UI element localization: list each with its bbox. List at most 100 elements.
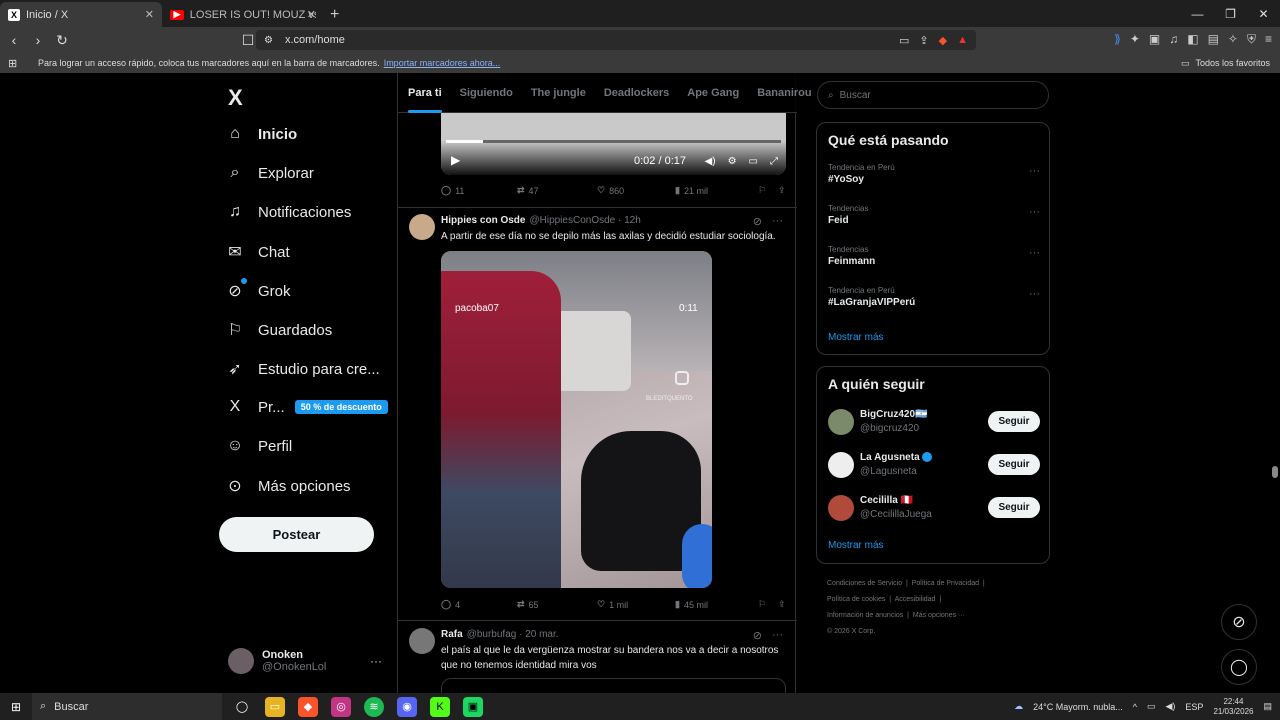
tab-bananirou[interactable]: Bananirou: [757, 73, 811, 113]
show-more-follow-link[interactable]: Mostrar más: [828, 540, 884, 551]
footer-link[interactable]: Política de cookies: [827, 596, 885, 603]
brave-rewards-icon[interactable]: ▲: [957, 34, 968, 47]
close-window-icon[interactable]: ✕: [1247, 0, 1280, 27]
tab-inicio-x[interactable]: X Inicio / X ✕: [0, 2, 162, 27]
url-bar[interactable]: ⚙ x.com/home ▭ ⇪ ◆ ▲: [256, 30, 976, 50]
task-view-icon[interactable]: ◯: [232, 697, 252, 717]
new-tab-button[interactable]: +: [330, 2, 339, 27]
cast-icon[interactable]: ▭: [899, 34, 909, 47]
language-indicator[interactable]: ESP: [1185, 702, 1203, 712]
settings-icon[interactable]: ⚙: [728, 156, 737, 167]
sidebar-icon[interactable]: ◧: [1187, 32, 1198, 47]
nav-explore[interactable]: ⌕ Explorar: [226, 164, 314, 182]
forward-icon[interactable]: ›: [28, 32, 48, 48]
back-icon[interactable]: ‹: [4, 32, 24, 48]
volume-icon[interactable]: ◀): [1166, 701, 1176, 712]
grok-explain-icon[interactable]: ⊘: [753, 215, 762, 228]
taskbar-search[interactable]: ⌕ Buscar: [32, 693, 222, 720]
grok-fab-icon[interactable]: ⊘: [1221, 604, 1257, 640]
nav-creator-studio[interactable]: ➶ Estudio para cre...: [226, 359, 379, 379]
views-button[interactable]: ▮ 45 mil: [675, 599, 758, 610]
nav-chat[interactable]: ✉ Chat: [226, 242, 289, 262]
trend-item[interactable]: Tendencias Feinmann ···: [828, 245, 1040, 267]
avatar[interactable]: [409, 214, 435, 240]
play-icon[interactable]: ▶: [451, 153, 460, 167]
close-tab-icon[interactable]: ✕: [307, 8, 316, 21]
tab-the-jungle[interactable]: The jungle: [531, 73, 586, 113]
like-button[interactable]: ♡ 860: [597, 185, 675, 196]
minimize-icon[interactable]: —: [1181, 0, 1214, 27]
follow-suggestion[interactable]: La Agusneta @Lagusneta Seguir: [828, 450, 1040, 480]
kick-icon[interactable]: K: [430, 696, 450, 717]
app-icon[interactable]: ▣: [463, 696, 483, 717]
restore-icon[interactable]: ❐: [1214, 0, 1247, 27]
follow-button[interactable]: Seguir: [988, 411, 1040, 432]
weather-icon[interactable]: ☁: [1014, 701, 1023, 712]
network-icon[interactable]: ▭: [1147, 701, 1156, 712]
trend-item[interactable]: Tendencias Feid ···: [828, 204, 1040, 226]
nav-more[interactable]: ⊙ Más opciones: [226, 476, 350, 496]
account-more-icon[interactable]: ···: [370, 654, 382, 668]
footer-link[interactable]: Política de Privacidad: [912, 580, 979, 587]
bookmark-post-icon[interactable]: ⚐: [758, 185, 778, 196]
share-post-icon[interactable]: ⇪: [778, 599, 786, 610]
post-more-icon[interactable]: ···: [772, 629, 783, 642]
music-icon[interactable]: ♫: [1169, 32, 1178, 47]
discord-icon[interactable]: ◉: [397, 696, 417, 717]
follow-suggestion[interactable]: Cecililla 🇵🇪 @CecilillaJuega Seguir: [828, 493, 1040, 523]
tab-deadlockers[interactable]: Deadlockers: [604, 73, 669, 113]
video-progress[interactable]: [446, 140, 781, 143]
tray-expand-icon[interactable]: ^: [1133, 702, 1137, 712]
follow-button[interactable]: Seguir: [988, 497, 1040, 518]
tab-ape-gang[interactable]: Ape Gang: [687, 73, 739, 113]
vpn-icon[interactable]: ⛨: [1247, 32, 1256, 47]
scrollbar-thumb[interactable]: [1272, 466, 1278, 478]
scrollbar[interactable]: [1270, 73, 1280, 693]
author-handle[interactable]: @HippiesConOsde · 12h: [529, 215, 640, 226]
reply-button[interactable]: ◯ 4: [441, 599, 517, 610]
chat-fab-icon[interactable]: ◯: [1221, 649, 1257, 685]
follow-suggestion[interactable]: BigCruz420🇦🇷 @bigcruz420 Seguir: [828, 407, 1040, 437]
brave-browser-icon[interactable]: ◆: [298, 696, 318, 717]
tab-youtube[interactable]: ▶ LOSER IS OUT! MOUZ vs 9z - Official ✕: [162, 2, 324, 27]
tab-siguiendo[interactable]: Siguiendo: [460, 73, 513, 113]
nav-bookmarks[interactable]: ⚐ Guardados: [226, 320, 332, 340]
extensions-icon[interactable]: ✦: [1130, 32, 1140, 47]
instagram-app-icon[interactable]: ◎: [331, 696, 351, 717]
post-more-icon[interactable]: ···: [772, 215, 783, 228]
trend-more-icon[interactable]: ···: [1029, 247, 1040, 259]
notifications-icon[interactable]: ▤: [1263, 701, 1272, 712]
trend-item[interactable]: Tendencia en Perú #YoSoy ···: [828, 163, 1040, 185]
video-player[interactable]: ▶ 0:02 / 0:17 ◀) ⚙ ▭ ⤢: [441, 113, 786, 175]
site-info-icon[interactable]: ⚙: [264, 35, 273, 46]
nav-profile[interactable]: ☺ Perfil: [226, 437, 292, 455]
import-bookmarks-link[interactable]: Importar marcadores ahora...: [384, 58, 501, 68]
reload-icon[interactable]: ↻: [52, 32, 72, 49]
fullscreen-icon[interactable]: ⤢: [770, 156, 778, 167]
author-name[interactable]: Rafa: [441, 629, 463, 640]
wallet-icon[interactable]: ▤: [1208, 32, 1219, 47]
grok-explain-icon[interactable]: ⊘: [753, 629, 762, 642]
trend-more-icon[interactable]: ···: [1029, 206, 1040, 218]
video-player[interactable]: pacoba07 0:11 BLEDITQUENTO: [441, 251, 712, 588]
footer-link[interactable]: Información de anuncios: [827, 612, 903, 619]
trend-item[interactable]: Tendencia en Perú #LaGranjaVIPPerú ···: [828, 286, 1040, 308]
tab-para-ti[interactable]: Para ti: [408, 73, 442, 113]
leo-ai-icon[interactable]: ✧: [1228, 32, 1238, 47]
share-icon[interactable]: ⇪: [919, 34, 928, 47]
nav-premium[interactable]: X Pr... 50 % de descuento: [226, 398, 388, 416]
follow-button[interactable]: Seguir: [988, 454, 1040, 475]
share-post-icon[interactable]: ⇪: [778, 185, 786, 196]
footer-link[interactable]: Más opciones ···: [913, 612, 965, 619]
trend-more-icon[interactable]: ···: [1029, 165, 1040, 177]
bookmark-post-icon[interactable]: ⚐: [758, 599, 778, 610]
show-more-trends-link[interactable]: Mostrar más: [828, 332, 884, 343]
trend-more-icon[interactable]: ···: [1029, 288, 1040, 300]
windows-start-icon[interactable]: ⊞: [0, 700, 32, 714]
translate-icon[interactable]: ⟫: [1114, 32, 1121, 47]
nav-grok[interactable]: ⊘ Grok: [226, 278, 291, 301]
reply-button[interactable]: ◯ 11: [441, 185, 517, 196]
author-name[interactable]: Hippies con Osde: [441, 215, 525, 226]
nav-home[interactable]: ⌂ Inicio: [226, 125, 297, 143]
file-explorer-icon[interactable]: ▭: [265, 696, 285, 717]
